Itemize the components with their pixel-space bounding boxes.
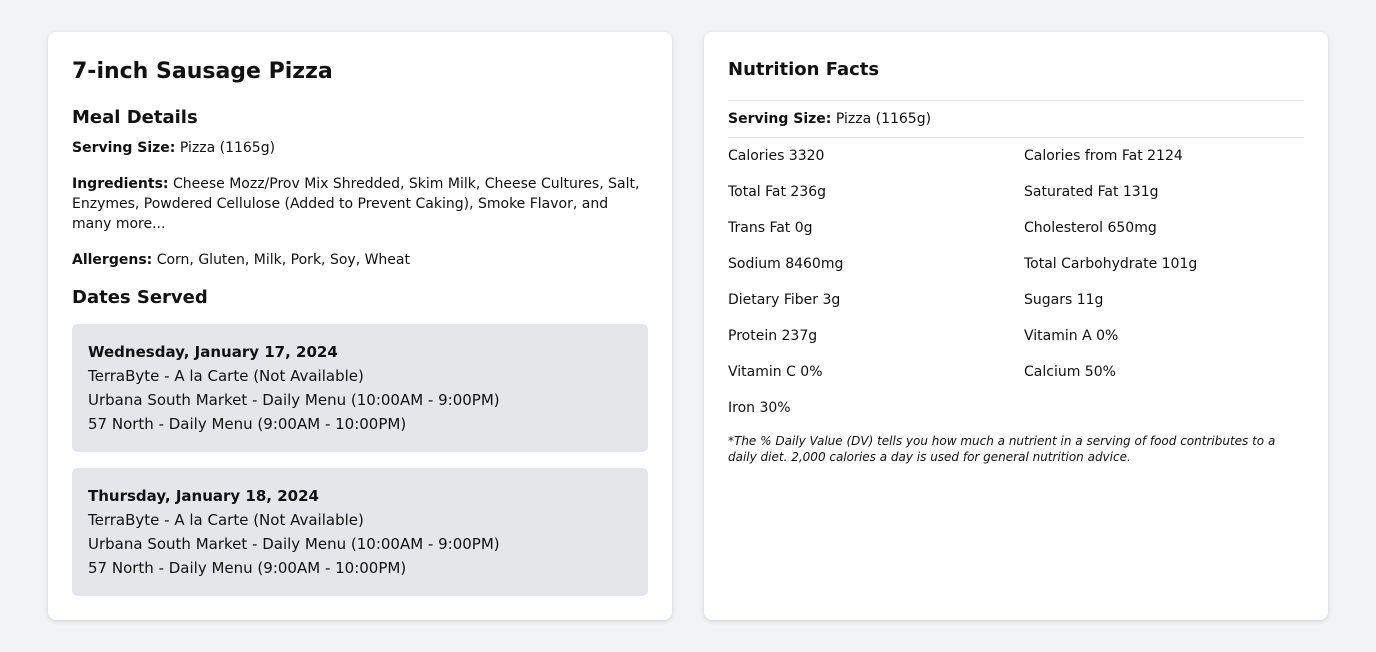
allergens-label: Allergens: — [72, 252, 153, 268]
allergens-value: Corn, Gluten, Milk, Pork, Soy, Wheat — [152, 252, 410, 268]
nutrient-sugars: Sugars 11g — [1024, 292, 1104, 308]
location-item: TerraByte - A la Carte (Not Available) — [88, 367, 364, 385]
location-item: TerraByte - A la Carte (Not Available) — [88, 511, 364, 529]
nutrient-total-carbohydrate: Total Carbohydrate 101g — [1024, 256, 1198, 272]
location-item: 57 North - Daily Menu (9:00AM - 10:00PM) — [88, 415, 407, 433]
nutrient-calories: Calories 3320 — [728, 148, 825, 164]
nutrient-trans-fat: Trans Fat 0g — [728, 220, 813, 236]
dates-served-heading: Dates Served — [72, 287, 208, 308]
location-item: 57 North - Daily Menu (9:00AM - 10:00PM) — [88, 559, 407, 577]
nutrient-cholesterol: Cholesterol 650mg — [1024, 220, 1157, 236]
page: 7-inch Sausage Pizza Meal Details Servin… — [0, 0, 1376, 652]
nutrient-dietary-fiber: Dietary Fiber 3g — [728, 292, 841, 308]
nutrient-total-fat: Total Fat 236g — [728, 184, 827, 200]
date-served-date: Wednesday, January 17, 2024 — [88, 343, 338, 361]
meal-details-heading: Meal Details — [72, 107, 198, 128]
daily-value-note: *The % Daily Value (DV) tells you how mu… — [728, 434, 1276, 464]
nutrient-calcium: Calcium 50% — [1024, 364, 1116, 380]
nutrient-iron: Iron 30% — [728, 400, 791, 416]
nutrient-vitamin-a: Vitamin A 0% — [1024, 328, 1119, 344]
nutrition-facts-card: Nutrition Facts Serving Size: Pizza (116… — [704, 32, 1328, 620]
nutrition-divider — [728, 100, 1304, 101]
date-served-item: Thursday, January 18, 2024 TerraByte - A… — [72, 468, 648, 596]
dates-served-list: Wednesday, January 17, 2024 TerraByte - … — [72, 324, 648, 596]
meal-details-body: Meal Details Serving Size: Pizza (1165g)… — [72, 104, 648, 596]
ingredients-label: Ingredients: — [72, 176, 169, 192]
location-item: Urbana South Market - Daily Menu (10:00A… — [88, 391, 500, 409]
nutrition-serving-value: Pizza (1165g) — [831, 111, 932, 127]
serving-size-label: Serving Size: — [72, 140, 176, 156]
location-item: Urbana South Market - Daily Menu (10:00A… — [88, 535, 500, 553]
nutrition-serving-size: Serving Size: Pizza (1165g) — [728, 109, 931, 129]
nutrient-saturated-fat: Saturated Fat 131g — [1024, 184, 1159, 200]
date-served-date: Thursday, January 18, 2024 — [88, 487, 319, 505]
nutrient-sodium: Sodium 8460mg — [728, 256, 844, 272]
nutrient-calories-from-fat: Calories from Fat 2124 — [1024, 148, 1183, 164]
ingredients: Ingredients: Cheese Mozz/Prov Mix Shredd… — [72, 174, 648, 234]
date-served-item: Wednesday, January 17, 2024 TerraByte - … — [72, 324, 648, 452]
nutrition-facts-grid: Calories 3320 Calories from Fat 2124 Tot… — [728, 146, 1320, 434]
nutrient-vitamin-c: Vitamin C 0% — [728, 364, 823, 380]
allergens: Allergens: Corn, Gluten, Milk, Pork, Soy… — [72, 250, 648, 270]
serving-size: Serving Size: Pizza (1165g) — [72, 138, 648, 158]
meal-title: 7-inch Sausage Pizza — [72, 59, 333, 84]
nutrition-facts-title: Nutrition Facts — [728, 59, 880, 80]
nutrition-serving-label: Serving Size: — [728, 111, 832, 127]
meal-details-card: 7-inch Sausage Pizza Meal Details Servin… — [48, 32, 672, 620]
nutrient-protein: Protein 237g — [728, 328, 818, 344]
serving-size-value: Pizza (1165g) — [175, 140, 276, 156]
nutrition-divider — [728, 137, 1304, 138]
